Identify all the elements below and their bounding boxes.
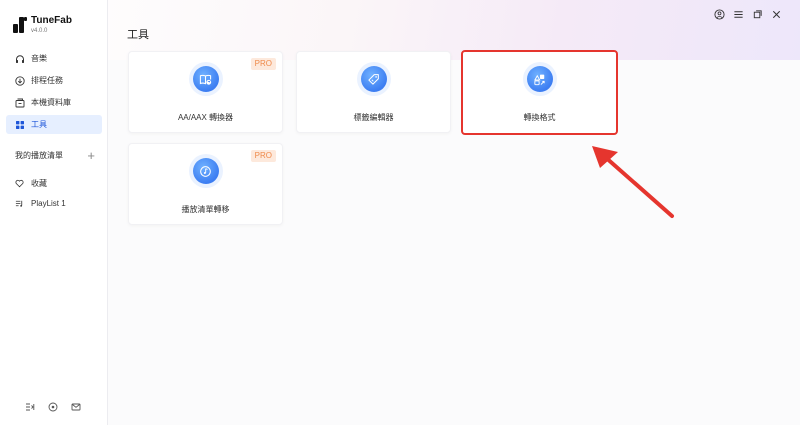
sidebar: TuneFab v4.0.0 音樂 排程任務 本機資料庫 工具 我的播放清單 +… — [0, 0, 108, 425]
playlist-item-label: 收藏 — [31, 179, 47, 188]
headphones-icon — [16, 54, 24, 63]
page-title: 工具 — [127, 29, 149, 41]
window-controls — [706, 9, 782, 20]
main-content: 工具 PRO AA/AAX 轉換器 標籤編輯器 轉換格式 PRO 播放清單轉移 — [108, 0, 800, 425]
minimize-icon[interactable] — [752, 9, 763, 20]
playlist-item-favorites[interactable]: 收藏 — [15, 178, 47, 189]
tool-card-label: 標籤編輯器 — [353, 113, 394, 122]
tool-card-label: AA/AAX 轉換器 — [177, 113, 234, 122]
sidebar-item-music[interactable]: 音樂 — [6, 49, 102, 68]
playlist-item-playlist1[interactable]: PlayList 1 — [15, 199, 66, 208]
tool-card-format-converter[interactable]: 轉換格式 — [461, 50, 618, 135]
tag-icon — [360, 66, 387, 92]
sidebar-footer — [25, 402, 94, 412]
add-playlist-icon[interactable]: + — [87, 149, 95, 162]
app-name: TuneFab — [31, 15, 72, 26]
tool-card-tag-editor[interactable]: 標籤編輯器 — [296, 51, 451, 133]
folder-box-icon — [15, 98, 25, 107]
sidebar-item-tools[interactable]: 工具 — [6, 115, 102, 134]
brand: TuneFab v4.0.0 — [13, 15, 72, 36]
sidebar-item-tasks[interactable]: 排程任務 — [6, 71, 102, 90]
book-convert-icon — [192, 66, 219, 92]
app-window: TuneFab v4.0.0 音樂 排程任務 本機資料庫 工具 我的播放清單 +… — [0, 0, 800, 425]
sidebar-item-label: 排程任務 — [31, 76, 63, 85]
close-icon[interactable] — [771, 9, 782, 20]
sidebar-item-library[interactable]: 本機資料庫 — [6, 93, 102, 112]
sidebar-nav: 音樂 排程任務 本機資料庫 工具 — [6, 49, 102, 137]
heart-icon — [15, 179, 24, 188]
grid-icon — [16, 120, 24, 129]
download-circle-icon — [15, 75, 25, 86]
collapse-sidebar-icon[interactable] — [25, 402, 35, 412]
pro-badge: PRO — [250, 58, 276, 70]
tool-card-playlist-transfer[interactable]: PRO 播放清單轉移 — [128, 143, 283, 225]
tool-card-label: 轉換格式 — [523, 113, 556, 122]
annotation-arrow-icon — [592, 146, 674, 218]
playlists-title: 我的播放清單 — [15, 151, 63, 160]
sidebar-item-label: 音樂 — [31, 54, 47, 63]
tool-card-label: 播放清單轉移 — [181, 205, 230, 214]
menu-icon[interactable] — [733, 9, 744, 20]
app-version: v4.0.0 — [31, 28, 48, 34]
playlists-header: 我的播放清單 + — [15, 149, 95, 162]
playlist-transfer-icon — [192, 158, 219, 184]
sidebar-item-label: 工具 — [31, 120, 47, 129]
mail-icon[interactable] — [71, 402, 81, 412]
playlist-icon — [15, 200, 23, 207]
tool-card-aax-converter[interactable]: PRO AA/AAX 轉換器 — [128, 51, 283, 133]
settings-icon[interactable] — [48, 402, 58, 412]
format-convert-icon — [526, 66, 553, 92]
pro-badge: PRO — [250, 150, 276, 162]
tunefab-logo-icon — [13, 17, 27, 33]
playlist-item-label: PlayList 1 — [31, 199, 66, 208]
account-icon[interactable] — [714, 9, 725, 20]
sidebar-item-label: 本機資料庫 — [31, 98, 71, 107]
